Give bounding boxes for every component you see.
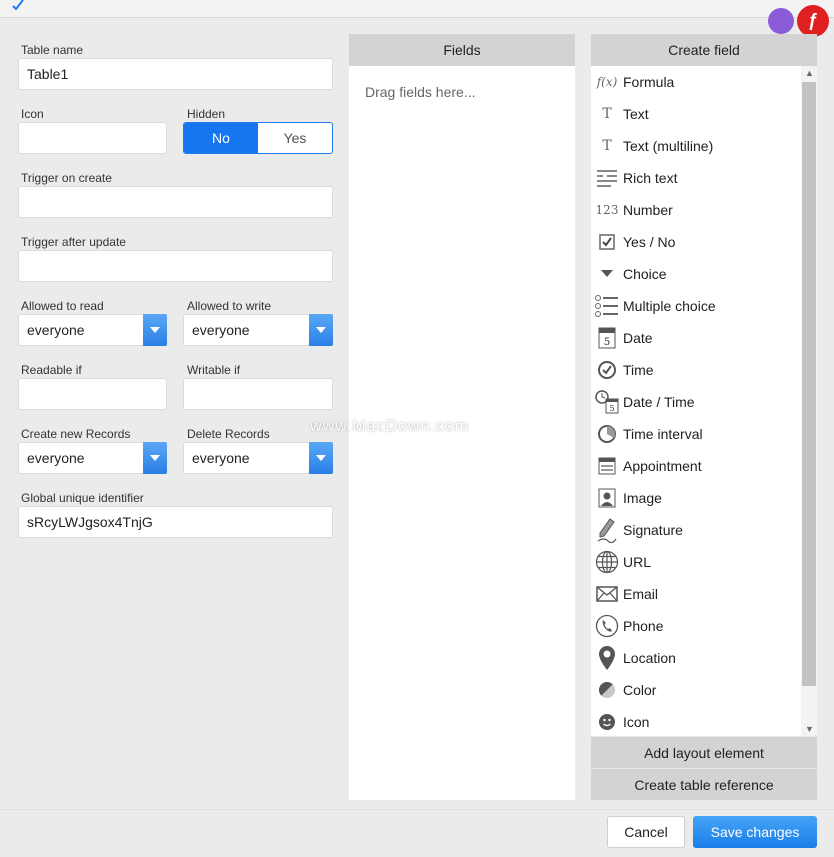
delete-records-select[interactable]: everyone [183, 442, 333, 474]
allowed-write-value: everyone [192, 322, 250, 338]
scroll-up-icon[interactable]: ▲ [805, 68, 814, 78]
trigger-update-input[interactable] [18, 250, 333, 282]
guid-label: Global unique identifier [21, 491, 144, 505]
field-type-item[interactable]: T Text (multiline) [591, 130, 801, 162]
chevron-down-icon[interactable] [309, 314, 333, 346]
field-type-item[interactable]: 5 Date [591, 322, 801, 354]
field-type-item[interactable]: Multiple choice [591, 290, 801, 322]
appointment-icon [591, 450, 623, 482]
scroll-down-icon[interactable]: ▼ [805, 724, 814, 734]
smiley-icon [591, 706, 623, 736]
list-icon [591, 290, 623, 322]
field-type-item[interactable]: Phone [591, 610, 801, 642]
clock-icon [591, 354, 623, 386]
chevron-down-icon[interactable] [143, 442, 167, 474]
table-name-label: Table name [21, 43, 84, 57]
field-type-item[interactable]: Location [591, 642, 801, 674]
field-type-item[interactable]: Email [591, 578, 801, 610]
chevron-down-icon[interactable] [143, 314, 167, 346]
text-icon: T [602, 106, 612, 122]
interval-icon [591, 418, 623, 450]
hidden-toggle[interactable]: No Yes [183, 122, 333, 154]
pen-icon [591, 514, 623, 546]
trigger-create-label: Trigger on create [21, 171, 112, 185]
globe-icon [591, 546, 623, 578]
footer-divider [0, 809, 834, 810]
color-icon [591, 674, 623, 706]
caret-down-icon [591, 258, 623, 290]
allowed-read-value: everyone [27, 322, 85, 338]
field-type-item[interactable]: Image [591, 482, 801, 514]
field-type-item[interactable]: Yes / No [591, 226, 801, 258]
top-bar: ƒ [0, 0, 834, 37]
field-type-item[interactable]: Signature [591, 514, 801, 546]
field-type-item[interactable]: Appointment [591, 450, 801, 482]
table-name-input[interactable]: Table1 [18, 58, 333, 90]
hidden-no-option[interactable]: No [184, 123, 258, 153]
svg-text:5: 5 [609, 404, 614, 413]
envelope-icon [591, 578, 623, 610]
field-type-item[interactable]: Choice [591, 258, 801, 290]
formula-icon: f(x) [596, 75, 618, 89]
scroll-thumb[interactable] [802, 82, 816, 686]
hidden-yes-option[interactable]: Yes [258, 123, 332, 153]
delete-records-value: everyone [192, 450, 250, 466]
hidden-label: Hidden [187, 107, 226, 121]
chevron-down-icon[interactable] [309, 442, 333, 474]
field-type-item[interactable]: T Text [591, 98, 801, 130]
readable-if-label: Readable if [21, 363, 82, 377]
save-changes-button[interactable]: Save changes [693, 816, 817, 848]
create-field-scrollbar[interactable]: ▲ ▼ [801, 66, 817, 736]
field-type-item[interactable]: URL [591, 546, 801, 578]
pin-icon [591, 642, 623, 674]
writable-if-label: Writable if [187, 363, 241, 377]
field-type-item[interactable]: Icon [591, 706, 801, 736]
trigger-update-label: Trigger after update [21, 235, 126, 249]
add-layout-element-button[interactable]: Add layout element [591, 736, 817, 768]
field-type-item[interactable]: f(x) Formula [591, 66, 801, 98]
create-records-value: everyone [27, 450, 85, 466]
field-type-item[interactable]: Time interval [591, 418, 801, 450]
icon-label: Icon [21, 107, 44, 121]
image-icon [591, 482, 623, 514]
field-type-item[interactable]: 5 Date / Time [591, 386, 801, 418]
phone-icon [591, 610, 623, 642]
calendar-icon: 5 [591, 322, 623, 354]
create-field-list: f(x) Formula T Text T Text (multiline) Rich… [591, 66, 817, 736]
svg-text:5: 5 [604, 337, 610, 348]
allowed-write-select[interactable]: everyone [183, 314, 333, 346]
create-table-reference-button[interactable]: Create table reference [591, 768, 817, 800]
number-icon: 123 [595, 203, 619, 217]
field-type-item[interactable]: 123 Number [591, 194, 801, 226]
text-multiline-icon: T [602, 138, 612, 154]
watermark: www.MacDown.com [310, 418, 470, 435]
fields-placeholder: Drag fields here... [365, 84, 476, 100]
delete-records-label: Delete Records [187, 427, 270, 441]
field-type-item[interactable]: Color [591, 674, 801, 706]
allowed-read-select[interactable]: everyone [18, 314, 167, 346]
readable-if-input[interactable] [18, 378, 167, 410]
rich-text-icon [591, 162, 623, 194]
datetime-icon: 5 [591, 386, 623, 418]
app-logo-icon[interactable]: ƒ [797, 5, 829, 37]
user-avatar[interactable] [768, 8, 794, 34]
guid-input[interactable]: sRcyLWJgsox4TnjG [18, 506, 333, 538]
allowed-read-label: Allowed to read [21, 299, 104, 313]
icon-input[interactable] [18, 122, 167, 154]
create-records-label: Create new Records [21, 427, 131, 441]
cancel-button[interactable]: Cancel [607, 816, 685, 848]
fields-header: Fields [349, 34, 575, 66]
create-records-select[interactable]: everyone [18, 442, 167, 474]
create-field-header: Create field [591, 34, 817, 66]
field-type-item[interactable]: Rich text [591, 162, 801, 194]
trigger-create-input[interactable] [18, 186, 333, 218]
allowed-write-label: Allowed to write [187, 299, 272, 313]
checkbox-icon [591, 226, 623, 258]
field-type-item[interactable]: Time [591, 354, 801, 386]
writable-if-input[interactable] [183, 378, 333, 410]
check-icon [12, 0, 24, 10]
